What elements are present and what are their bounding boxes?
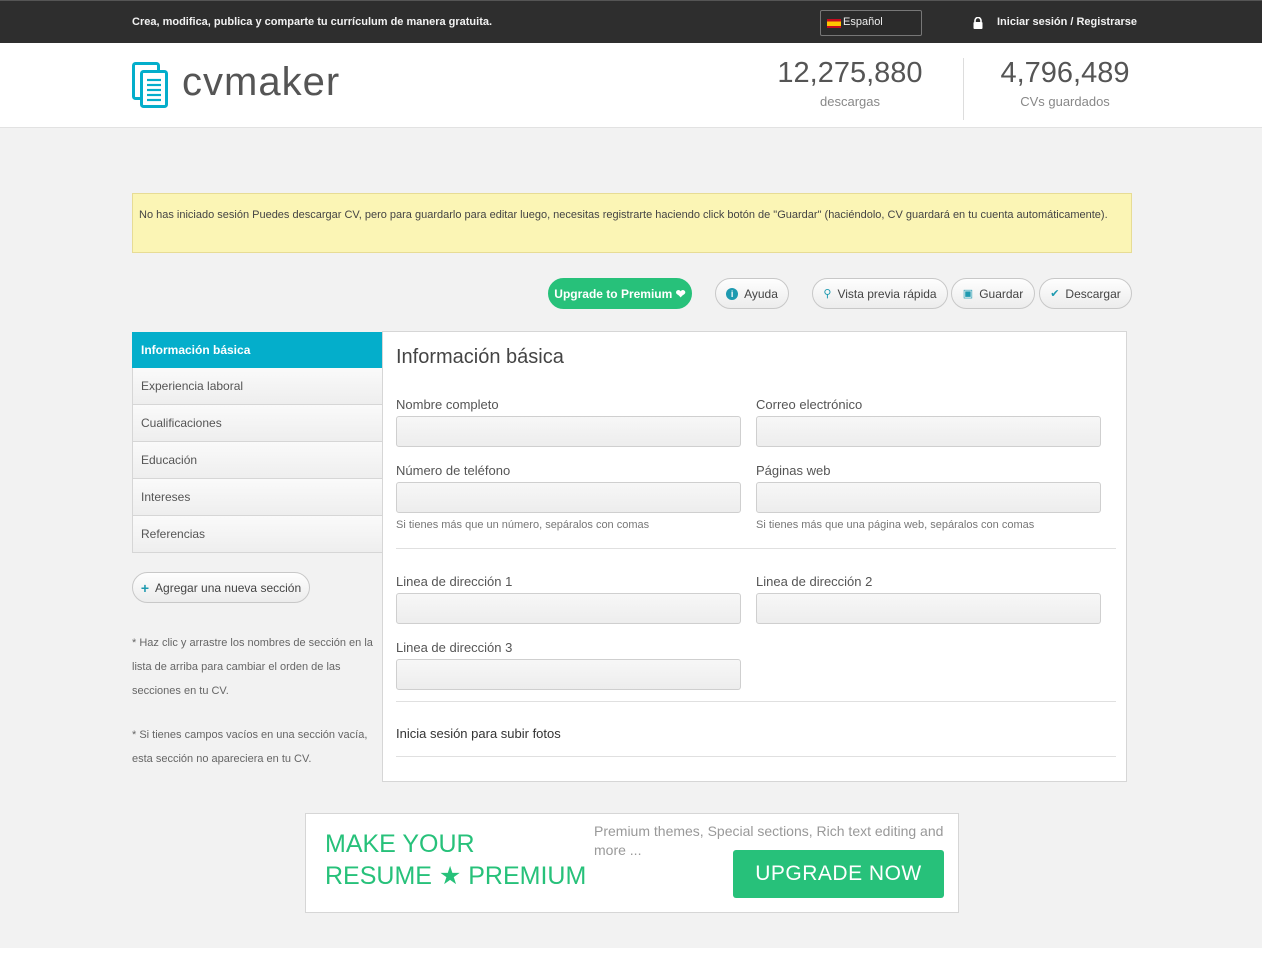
add-section-button[interactable]: + Agregar una nueva sección: [132, 572, 310, 603]
upgrade-premium-label: Upgrade to Premium ❤: [554, 286, 686, 301]
logo-text[interactable]: cvmaker: [182, 60, 340, 105]
lock-icon: [973, 17, 983, 29]
footer-strip: [0, 948, 1262, 961]
divider: [396, 548, 1116, 549]
banner-headline-line1: MAKE YOUR: [325, 830, 475, 858]
basic-info-panel: Información básica Nombre completo Corre…: [382, 331, 1127, 782]
divider: [396, 701, 1116, 702]
sidebar-item-interests[interactable]: Intereses: [132, 479, 383, 516]
sidebar-item-qualifications[interactable]: Cualificaciones: [132, 405, 383, 442]
email-label: Correo electrónico: [756, 397, 863, 412]
quick-preview-button[interactable]: ⚲ Vista previa rápida: [812, 278, 948, 309]
banner-headline-line2: RESUME ★ PREMIUM: [325, 862, 587, 890]
help-label: Ayuda: [744, 286, 778, 301]
divider: [396, 756, 1116, 757]
sidebar-item-education[interactable]: Educación: [132, 442, 383, 479]
phone-hint: Si tienes más que un número, sepáralos c…: [396, 519, 650, 531]
document-logo-icon[interactable]: [132, 62, 168, 108]
banner-headline: MAKE YOUR RESUME ★ PREMIUM: [325, 828, 586, 892]
empty-section-note: * Si tienes campos vacíos en una sección…: [132, 729, 368, 765]
address3-input[interactable]: [396, 659, 741, 690]
address2-input[interactable]: [756, 593, 1101, 624]
download-button[interactable]: ✔ Descargar: [1039, 278, 1132, 309]
download-label: Descargar: [1065, 286, 1121, 301]
address1-input[interactable]: [396, 593, 741, 624]
upgrade-premium-button[interactable]: Upgrade to Premium ❤: [548, 278, 692, 309]
photo-login-link[interactable]: Inicia sesión para subir fotos: [396, 726, 561, 741]
stat-saved-cvs: 4,796,489 CVs guardados: [990, 57, 1140, 109]
stat-downloads-value: 12,275,880: [777, 57, 923, 89]
spain-flag-icon: [827, 19, 841, 28]
address1-label: Linea de dirección 1: [396, 574, 513, 589]
websites-label: Páginas web: [756, 463, 831, 478]
address3-label: Linea de dirección 3: [396, 640, 513, 655]
email-input[interactable]: [756, 416, 1101, 447]
login-notice: No has iniciado sesión Puedes descargar …: [132, 193, 1132, 253]
phone-label: Número de teléfono: [396, 463, 511, 478]
stat-downloads-label: descargas: [820, 94, 880, 109]
websites-hint: Si tienes más que una página web, sepára…: [756, 519, 1035, 531]
stat-downloads: 12,275,880 descargas: [770, 57, 930, 109]
site-header: cvmaker 12,275,880 descargas 4,796,489 C…: [0, 43, 1262, 128]
quick-preview-label: Vista previa rápida: [837, 286, 937, 301]
checkmark-icon: ✔: [1050, 288, 1060, 300]
stat-saved-value: 4,796,489: [1000, 57, 1130, 89]
stat-saved-label: CVs guardados: [1020, 94, 1110, 109]
tagline: Crea, modifica, publica y comparte tu cu…: [132, 16, 493, 28]
login-text: Iniciar sesión / Registrarse: [997, 16, 1138, 28]
top-bar: Crea, modifica, publica y comparte tu cu…: [0, 0, 1262, 43]
address2-label: Linea de dirección 2: [756, 574, 873, 589]
upgrade-now-button[interactable]: UPGRADE NOW: [733, 850, 944, 898]
panel-title: Información básica: [396, 346, 564, 368]
info-icon: i: [726, 287, 739, 300]
add-section-label: Agregar una nueva sección: [155, 580, 302, 595]
full-name-input[interactable]: [396, 416, 741, 447]
sidebar-item-work-experience[interactable]: Experiencia laboral: [132, 368, 383, 405]
websites-input[interactable]: [756, 482, 1101, 513]
save-button[interactable]: ▣ Guardar: [951, 278, 1035, 309]
sidebar-item-references[interactable]: Referencias: [132, 516, 383, 553]
plus-icon: +: [140, 579, 150, 596]
premium-banner: MAKE YOUR RESUME ★ PREMIUM Premium theme…: [305, 813, 959, 913]
help-button[interactable]: i Ayuda: [715, 278, 789, 309]
full-name-label: Nombre completo: [396, 397, 499, 412]
language-label: Español: [843, 16, 883, 28]
stat-divider: [963, 58, 964, 120]
sidebar-item-basic-info[interactable]: Información básica: [132, 332, 383, 368]
phone-input[interactable]: [396, 482, 741, 513]
floppy-disk-icon: ▣: [962, 288, 974, 300]
section-sidebar: Información básica Experiencia laboral C…: [132, 332, 383, 553]
language-select[interactable]: Español: [820, 10, 922, 36]
save-label: Guardar: [979, 286, 1024, 301]
magnifier-icon: ⚲: [823, 288, 832, 300]
reorder-note: * Haz clic y arrastre los nombres de sec…: [132, 637, 373, 697]
